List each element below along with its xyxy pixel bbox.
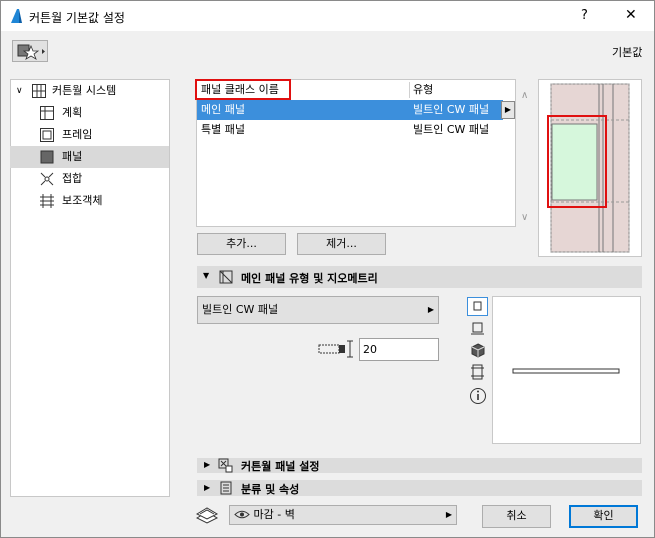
tree-item-accessory[interactable]: 보조객체	[10, 190, 169, 212]
ok-button[interactable]: 확인	[569, 505, 638, 528]
chevron-right-icon: ▶	[204, 483, 211, 492]
row-name: 메인 패널	[201, 103, 245, 116]
archicad-logo-icon	[11, 9, 22, 23]
panel-geometry-icon	[219, 270, 233, 284]
chevron-right-icon: ▶	[204, 460, 211, 469]
favorites-star-icon	[17, 44, 45, 60]
section-title: 분류 및 속성	[241, 483, 300, 496]
tree-item-label: 커튼월 시스템	[52, 84, 117, 97]
help-button[interactable]: ?	[581, 8, 588, 23]
panel-type-selector[interactable]: 빌트인 CW 패널 ▶	[197, 296, 439, 324]
scroll-up-icon[interactable]: ∧	[521, 90, 528, 101]
tree-item-scheme[interactable]: 계획	[10, 102, 169, 124]
cw-panel-settings-section-header[interactable]: ▶ 커튼월 패널 설정	[197, 458, 642, 473]
row-name: 특별 패널	[201, 123, 245, 136]
geometry-preview	[492, 296, 641, 444]
chevron-down-icon[interactable]: ∨	[16, 80, 23, 102]
tree-item-junction[interactable]: 접합	[10, 168, 169, 190]
3d-view-icon[interactable]	[470, 342, 486, 358]
frame-icon	[40, 128, 54, 142]
section-title: 메인 패널 유형 및 지오메트리	[241, 272, 378, 285]
tree-item-label: 패널	[62, 150, 83, 163]
table-row[interactable]: 메인 패널 빌트인 CW 패널	[197, 100, 503, 120]
layer-value: 마감 - 벽	[253, 508, 295, 521]
layer-selector[interactable]: 마감 - 벽 ▶	[229, 505, 457, 525]
thickness-input[interactable]: 20	[359, 338, 439, 361]
window-title: 커튼월 기본값 설정	[29, 11, 125, 25]
add-button[interactable]: 추가...	[197, 233, 286, 255]
panel-settings-icon	[218, 458, 233, 473]
row-arrow-button[interactable]: ▶	[501, 101, 515, 119]
elevation-view-icon[interactable]	[470, 321, 486, 337]
classification-icon	[220, 481, 232, 495]
favorites-button[interactable]	[12, 40, 48, 62]
thickness-icon	[318, 340, 353, 358]
highlight-box	[195, 79, 291, 100]
info-icon[interactable]	[469, 387, 487, 405]
row-type: 빌트인 CW 패널	[413, 103, 490, 116]
tree-item-panel[interactable]: 패널	[10, 146, 169, 168]
title-bar: 커튼월 기본값 설정 ? ✕	[1, 1, 654, 31]
tree-item-label: 접합	[62, 172, 83, 185]
scroll-down-icon[interactable]: ∨	[521, 212, 528, 223]
tree-item-label: 프레임	[62, 128, 93, 141]
close-button[interactable]: ✕	[625, 7, 637, 23]
tree-item-frame[interactable]: 프레임	[10, 124, 169, 146]
curtain-wall-icon	[32, 84, 46, 98]
plan-view-icon	[473, 301, 482, 311]
cancel-button[interactable]: 취소	[482, 505, 551, 528]
panel-icon	[40, 150, 54, 164]
chevron-right-icon: ▶	[427, 305, 434, 314]
junction-icon	[40, 172, 54, 186]
chevron-right-icon: ▶	[445, 510, 452, 519]
layer-icon	[195, 507, 219, 524]
section-title: 커튼월 패널 설정	[241, 460, 320, 473]
column-divider	[409, 82, 410, 98]
section-view-icon[interactable]	[470, 364, 486, 380]
tree-item-curtain-wall-system[interactable]: ∨ 커튼월 시스템	[10, 80, 169, 102]
remove-button[interactable]: 제거...	[297, 233, 386, 255]
column-header-type[interactable]: 유형	[413, 80, 433, 100]
accessory-icon	[40, 194, 54, 208]
table-row[interactable]: 특별 패널 빌트인 CW 패널	[197, 120, 515, 140]
chevron-down-icon: ▼	[203, 271, 210, 280]
panel-plan-preview-icon	[512, 368, 620, 374]
row-type: 빌트인 CW 패널	[413, 123, 490, 136]
main-panel-section-header[interactable]: ▼ 메인 패널 유형 및 지오메트리	[197, 266, 642, 288]
tree-item-label: 보조객체	[62, 194, 103, 207]
highlight-box	[547, 115, 607, 208]
defaults-label: 기본값	[612, 46, 643, 59]
eye-icon	[234, 510, 250, 519]
tree-item-label: 계획	[62, 106, 83, 119]
view-mode-plan-button[interactable]	[467, 297, 488, 316]
panel-type-value: 빌트인 CW 패널	[202, 303, 279, 316]
panel-class-table: 패널 클래스 이름 유형 메인 패널 빌트인 CW 패널 ▶ 특별 패널 빌트인…	[196, 79, 516, 227]
scheme-icon	[40, 106, 54, 120]
classification-section-header[interactable]: ▶ 분류 및 속성	[197, 480, 642, 496]
